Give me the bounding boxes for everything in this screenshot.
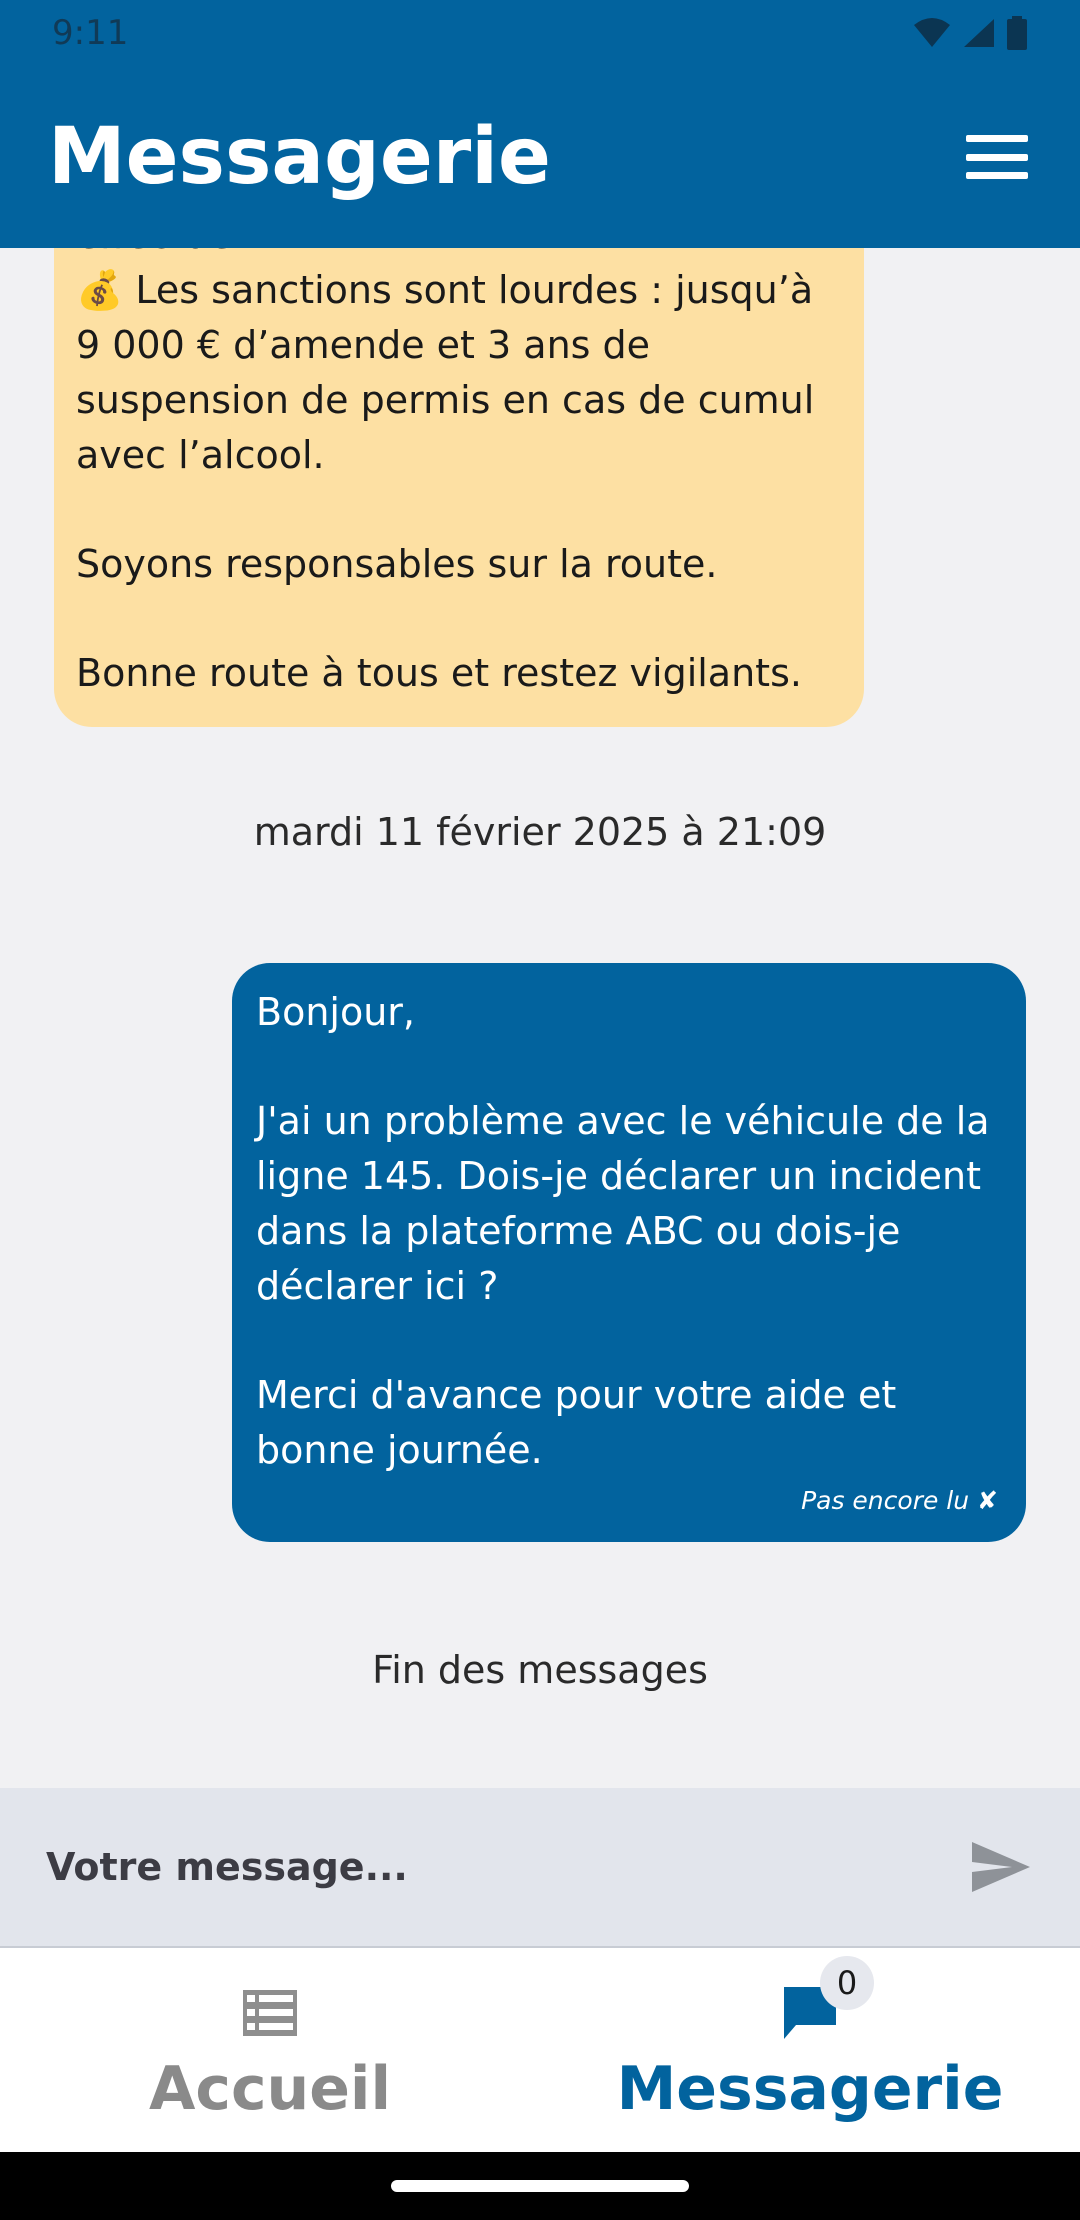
message-composer: [0, 1788, 1080, 1948]
message-list[interactable]: effectué. 💰 Les sanctions sont lourdes :…: [0, 248, 1080, 1788]
nav-label: Accueil: [148, 2054, 392, 2124]
sent-greeting: Bonjour,: [256, 990, 415, 1034]
bottom-navigation: Accueil 0 Messagerie: [0, 1948, 1080, 2152]
home-indicator[interactable]: [391, 2180, 689, 2192]
received-line: effectué.: [76, 248, 840, 263]
page-title: Messagerie: [48, 112, 551, 202]
nav-icon-wrapper: [243, 1978, 297, 2048]
received-line: Soyons responsables sur la route.: [76, 542, 718, 586]
send-icon: [972, 1842, 1030, 1892]
end-of-messages: Fin des messages: [372, 1648, 708, 1692]
app-bar: Messagerie: [0, 66, 1080, 248]
read-status: Pas encore lu ✘: [801, 1486, 998, 1515]
menu-icon-bar: [966, 172, 1028, 179]
received-line: Bonne route à tous et restez vigilants.: [76, 651, 802, 695]
sent-message: Bonjour, J'ai un problème avec le véhicu…: [232, 963, 1026, 1542]
date-separator: mardi 11 février 2025 à 21:09: [253, 810, 827, 854]
status-bar: 9:11: [0, 0, 1080, 66]
sent-closing: Merci d'avance pour votre aide et bonne …: [256, 1373, 897, 1472]
received-line: 💰 Les sanctions sont lourdes : jusqu’à 9…: [76, 268, 815, 477]
nav-item-messagerie[interactable]: 0 Messagerie: [540, 1948, 1080, 2152]
unread-badge: 0: [820, 1956, 874, 2010]
status-time: 9:11: [52, 13, 129, 53]
menu-icon-bar: [966, 153, 1028, 161]
wifi-icon: [914, 18, 950, 47]
battery-icon: [1007, 16, 1027, 50]
received-message: effectué. 💰 Les sanctions sont lourdes :…: [54, 248, 864, 727]
nav-item-accueil[interactable]: Accueil: [0, 1948, 540, 2152]
status-icons: [912, 16, 1028, 50]
menu-icon: [966, 135, 1028, 142]
system-navigation-bar: [0, 2152, 1080, 2220]
list-icon: [243, 1990, 297, 2036]
nav-label: Messagerie: [616, 2054, 1004, 2124]
signal-icon: [964, 19, 994, 47]
message-input[interactable]: [44, 1844, 904, 1890]
menu-button[interactable]: [962, 127, 1032, 187]
send-button[interactable]: [966, 1832, 1036, 1902]
sent-body: J'ai un problème avec le véhicule de la …: [256, 1099, 990, 1308]
nav-icon-wrapper: 0: [780, 1956, 874, 2048]
